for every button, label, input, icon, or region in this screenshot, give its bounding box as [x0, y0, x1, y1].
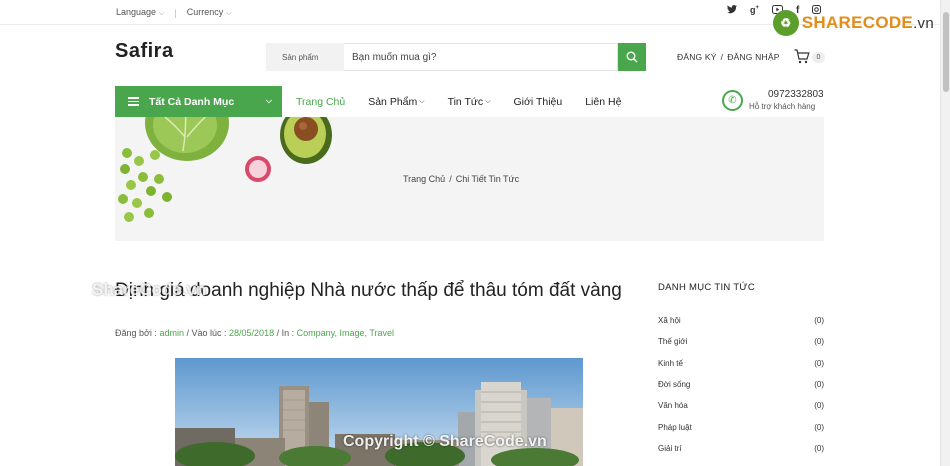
search-icon	[626, 51, 638, 63]
register-link[interactable]: ĐĂNG KÝ	[677, 52, 717, 62]
category-item[interactable]: Thế giới (0)	[658, 331, 824, 352]
cart-icon	[794, 49, 810, 64]
menu-item-label: Tin Tức	[447, 96, 484, 108]
phone-icon: ✆	[722, 90, 743, 111]
sharecode-tld: .vn	[913, 15, 934, 32]
page-scrollbar[interactable]	[940, 0, 950, 466]
category-count: (0)	[814, 422, 824, 432]
sidebar-title: DANH MỤC TIN TỨC	[658, 282, 756, 293]
category-label: Kinh tế	[658, 358, 683, 368]
in-label: / In :	[276, 328, 295, 338]
category-count: (0)	[814, 443, 824, 453]
cart-button[interactable]	[794, 49, 810, 69]
news-category-list: Xã hội (0) Thế giới (0) Kinh tế (0) Đời sốn…	[658, 310, 824, 459]
menu-item-label: Liên Hệ	[585, 96, 622, 108]
menu-item-products[interactable]: Sản Phẩm ⌵	[368, 96, 424, 108]
category-count: (0)	[814, 401, 824, 411]
category-item[interactable]: Văn hóa (0)	[658, 395, 824, 416]
category-count: (0)	[814, 380, 824, 390]
auth-links: ĐĂNG KÝ / ĐĂNG NHẬP	[677, 52, 780, 62]
google-plus-icon[interactable]: g+	[750, 5, 759, 17]
all-categories-button[interactable]: Tất Cả Danh Mục ⌵	[115, 86, 282, 117]
main-menu: Trang Chủ Sản Phẩm ⌵ Tin Tức ⌵ Giới Thiệu …	[296, 96, 644, 108]
date-label: / Vào lúc :	[186, 328, 227, 338]
cart-count-badge: 0	[812, 52, 825, 63]
menu-item-label: Trang Chủ	[296, 96, 346, 108]
support-text: Hỗ trợ khách hàng	[749, 102, 816, 111]
menu-item-label: Sản Phẩm	[368, 96, 418, 108]
search-input[interactable]	[344, 43, 618, 71]
category-item[interactable]: Pháp luật (0)	[658, 416, 824, 437]
breadcrumb: Trang Chủ / Chi Tiết Tin Tức	[403, 174, 519, 184]
chevron-down-icon: ⌵	[419, 98, 425, 105]
category-count: (0)	[814, 358, 824, 368]
breadcrumb-separator: /	[449, 174, 452, 184]
sharecode-logo-text: SHARECODE.vn	[802, 13, 934, 33]
article-date: 28/05/2018	[229, 328, 275, 338]
currency-label: Currency	[186, 7, 224, 17]
category-label: Thế giới	[658, 337, 688, 347]
category-count: (0)	[814, 316, 824, 326]
category-label: Pháp luật	[658, 422, 692, 432]
breadcrumb-current: Chi Tiết Tin Tức	[455, 174, 520, 184]
chevron-down-icon: ⌵	[265, 96, 272, 105]
category-item[interactable]: Xã hội (0)	[658, 310, 824, 331]
support-phone: 0972332803	[768, 89, 824, 100]
menu-item-about[interactable]: Giới Thiệu	[514, 96, 563, 108]
menu-icon	[128, 95, 139, 108]
category-item[interactable]: Kinh tế (0)	[658, 353, 824, 374]
watermark-text: ShareCode.vn	[92, 280, 207, 299]
sharecode-logo-icon: ♻	[772, 10, 799, 36]
login-link[interactable]: ĐĂNG NHẬP	[727, 52, 779, 62]
language-selector[interactable]: Language ⌵	[116, 7, 164, 18]
chevron-down-icon: ⌵	[226, 10, 232, 17]
page-banner: Trang Chủ / Chi Tiết Tin Tức	[115, 117, 824, 241]
category-label: Văn hóa	[658, 401, 688, 411]
menu-item-home[interactable]: Trang Chủ	[296, 96, 345, 108]
category-item[interactable]: Giải trí (0)	[658, 438, 824, 459]
article-meta: Đăng bởi : admin / Vào lúc : 28/05/2018 …	[115, 328, 394, 338]
search-button[interactable]	[618, 43, 646, 71]
chevron-down-icon: ⌵	[485, 98, 491, 105]
sharecode-logo: ♻ SHARECODE.vn	[772, 10, 934, 36]
category-label: Xã hội	[658, 316, 681, 326]
chevron-down-icon: ⌵	[159, 10, 165, 17]
all-categories-label: Tất Cả Danh Mục	[149, 95, 235, 108]
top-bar-left: Language ⌵ | Currency ⌵	[116, 7, 232, 18]
category-item[interactable]: Đời sống (0)	[658, 374, 824, 395]
search-category-select[interactable]: Sản phẩm	[266, 43, 344, 71]
divider: |	[174, 7, 177, 18]
breadcrumb-home[interactable]: Trang Chủ	[403, 174, 445, 184]
twitter-icon[interactable]	[727, 5, 737, 17]
posted-by-label: Đăng bởi :	[115, 328, 157, 338]
language-label: Language	[116, 7, 157, 17]
author-link[interactable]: admin	[159, 328, 184, 338]
category-count: (0)	[814, 337, 824, 347]
currency-selector[interactable]: Currency ⌵	[187, 7, 232, 18]
top-bar: Language ⌵ | Currency ⌵ g+ f ♻ SHARECODE.v…	[0, 0, 950, 36]
menu-item-label: Giới Thiệu	[513, 96, 563, 108]
vegetables-illustration	[118, 117, 332, 222]
auth-divider: /	[720, 52, 724, 62]
copyright-watermark: Copyright © ShareCode.vn	[343, 433, 547, 450]
category-label: Giải trí	[658, 443, 682, 453]
sharecode-brand: SHARECODE	[801, 13, 914, 32]
article-tags[interactable]: Company, Image, Travel	[297, 328, 394, 338]
site-logo[interactable]: Safira	[115, 40, 174, 63]
menu-item-contact[interactable]: Liên Hệ	[585, 96, 621, 108]
scrollbar-thumb[interactable]	[943, 12, 949, 92]
menu-item-news[interactable]: Tin Tức ⌵	[448, 96, 491, 108]
category-label: Đời sống	[658, 380, 691, 390]
